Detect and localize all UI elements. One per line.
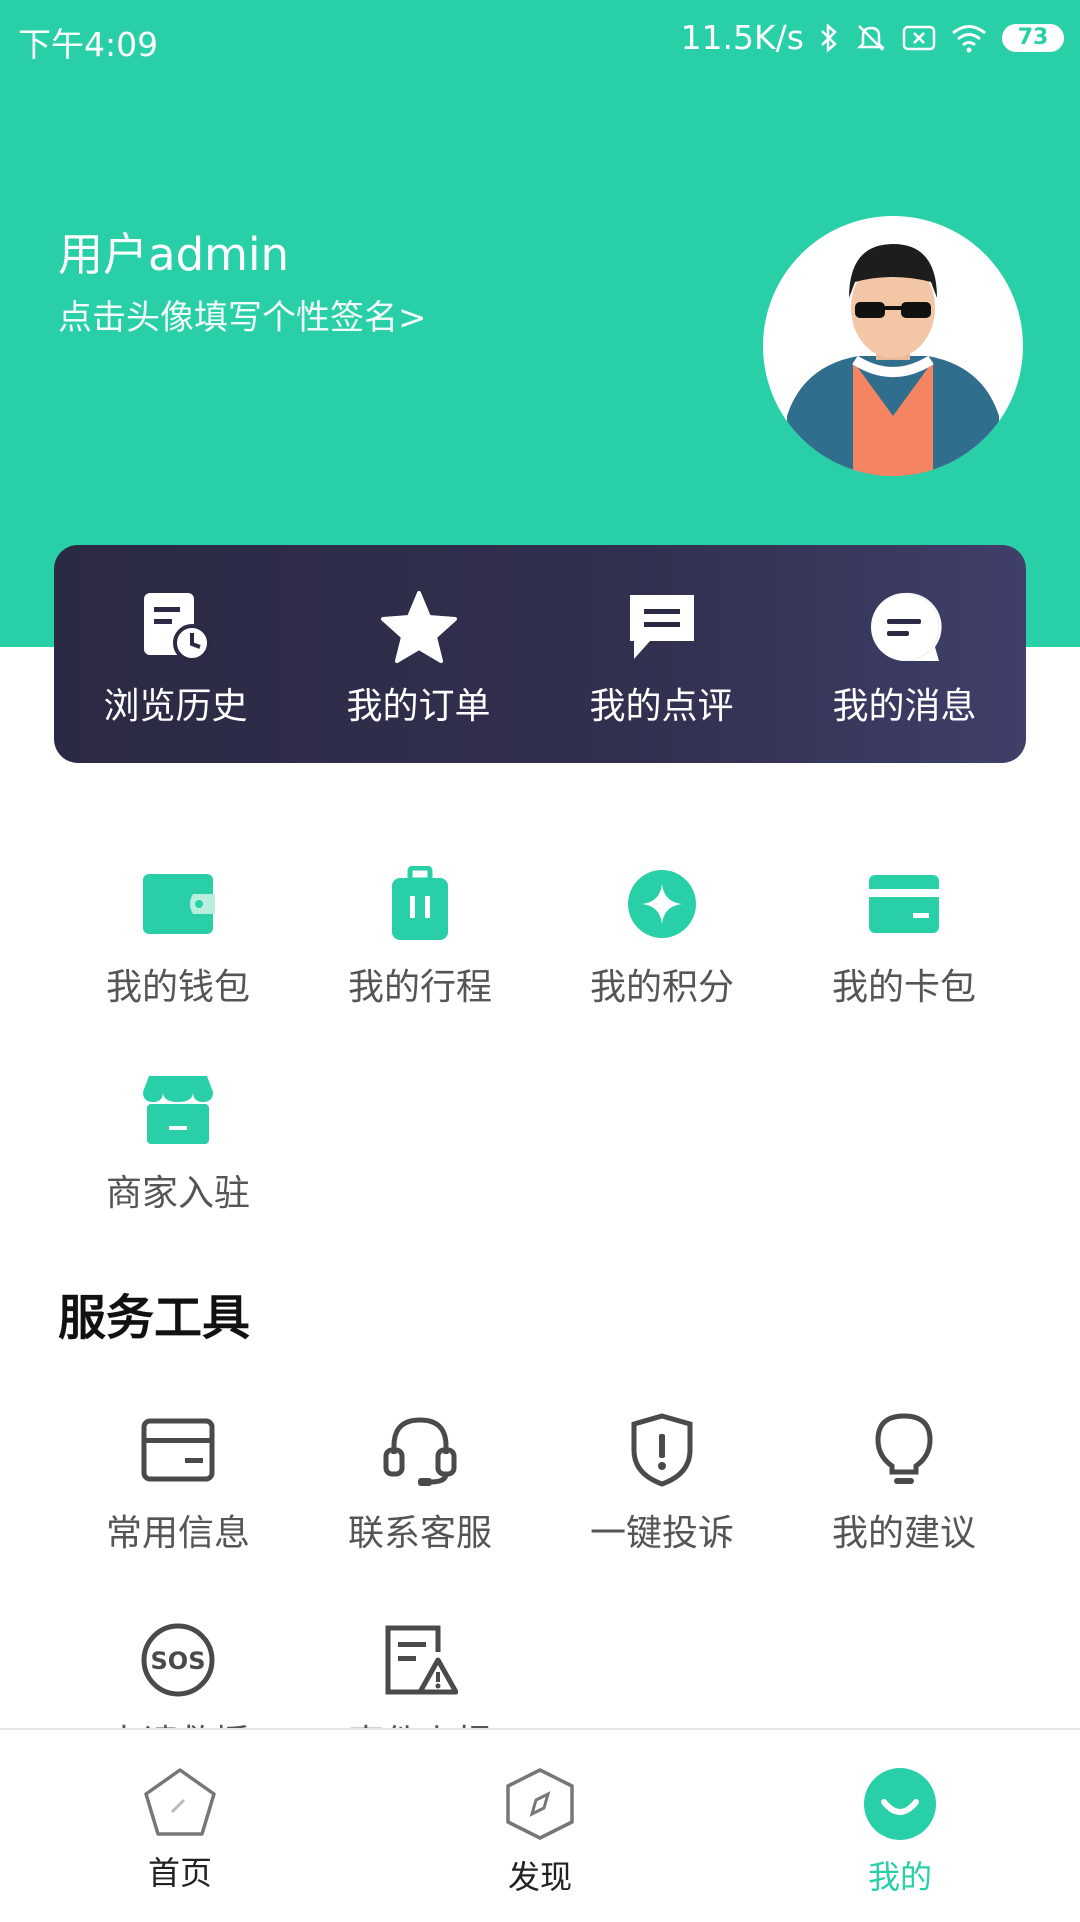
star-icon xyxy=(379,587,459,667)
service-suggestion[interactable]: 我的建议 xyxy=(784,1408,1024,1556)
message-icon xyxy=(865,587,945,667)
signature-hint[interactable]: 点击头像填写个性签名> xyxy=(58,290,427,339)
sos-glyph: SOS xyxy=(151,1647,206,1675)
tab-label: 首页 xyxy=(147,1854,212,1892)
no-sim-icon xyxy=(902,24,936,52)
feature-label: 商家入驻 xyxy=(105,1173,250,1214)
info-card-icon xyxy=(136,1408,220,1492)
quick-action-label: 我的消息 xyxy=(832,686,977,727)
tab-label: 发现 xyxy=(507,1858,572,1896)
feature-label: 我的钱包 xyxy=(105,967,250,1008)
quick-actions-card: 浏览历史 我的订单 我的点评 我的消息 xyxy=(54,545,1026,763)
feature-merchant[interactable]: 商家入驻 xyxy=(58,1068,298,1216)
bluetooth-icon xyxy=(818,22,840,54)
feature-label: 我的积分 xyxy=(589,967,734,1008)
bottom-tab-bar: 首页 发现 我的 xyxy=(0,1728,1080,1922)
avatar[interactable] xyxy=(763,216,1023,476)
quick-action-reviews[interactable]: 我的点评 xyxy=(540,545,783,763)
service-common-info[interactable]: 常用信息 xyxy=(58,1408,298,1556)
compass-icon xyxy=(504,1766,576,1846)
service-label: 我的建议 xyxy=(831,1513,976,1554)
tab-home[interactable]: 首页 xyxy=(80,1766,280,1894)
lightbulb-icon xyxy=(862,1408,946,1492)
feature-wallet[interactable]: 我的钱包 xyxy=(58,862,298,1010)
service-label: 联系客服 xyxy=(347,1513,492,1554)
network-speed: 11.5K/s xyxy=(680,18,804,57)
quick-action-history[interactable]: 浏览历史 xyxy=(54,545,297,763)
smile-icon xyxy=(862,1766,938,1846)
points-icon xyxy=(620,862,704,946)
home-pentagon-icon xyxy=(142,1766,218,1842)
feature-cards[interactable]: 我的卡包 xyxy=(784,862,1024,1010)
history-icon xyxy=(136,587,216,667)
tab-mine[interactable]: 我的 xyxy=(800,1766,1000,1898)
card-icon xyxy=(862,862,946,946)
service-label: 常用信息 xyxy=(105,1513,250,1554)
service-contact[interactable]: 联系客服 xyxy=(300,1408,540,1556)
quick-action-orders[interactable]: 我的订单 xyxy=(297,545,540,763)
wallet-icon xyxy=(136,862,220,946)
feature-itinerary[interactable]: 我的行程 xyxy=(300,862,540,1010)
feature-label: 我的行程 xyxy=(347,967,492,1008)
headset-icon xyxy=(378,1408,462,1492)
status-icons: 11.5K/s 73 xyxy=(681,18,1064,57)
service-complaint[interactable]: 一键投诉 xyxy=(542,1408,782,1556)
mute-bell-icon xyxy=(854,22,888,54)
store-icon xyxy=(136,1068,220,1152)
sos-icon: SOS xyxy=(136,1618,220,1702)
tab-label: 我的 xyxy=(867,1858,932,1896)
service-label: 一键投诉 xyxy=(589,1513,734,1554)
quick-action-label: 我的订单 xyxy=(346,686,491,727)
service-report[interactable]: 事件上报 xyxy=(300,1618,540,1730)
shield-alert-icon xyxy=(620,1408,704,1492)
status-time: 下午4:09 xyxy=(18,25,159,64)
quick-action-messages[interactable]: 我的消息 xyxy=(783,545,1026,763)
luggage-icon xyxy=(378,862,462,946)
feature-label: 我的卡包 xyxy=(831,967,976,1008)
quick-action-label: 浏览历史 xyxy=(103,686,248,727)
avatar-illustration xyxy=(787,244,999,476)
comment-icon xyxy=(622,587,702,667)
username: 用户admin xyxy=(58,228,289,281)
service-rescue[interactable]: SOS 申请救援 xyxy=(58,1618,298,1730)
battery-icon: 73 xyxy=(1002,23,1064,52)
quick-action-label: 我的点评 xyxy=(589,686,734,727)
tab-discover[interactable]: 发现 xyxy=(440,1766,640,1898)
report-icon xyxy=(378,1618,462,1702)
services-title: 服务工具 xyxy=(58,1290,251,1346)
services-row-2: SOS 申请救援 事件上报 xyxy=(0,1590,1080,1730)
wifi-icon xyxy=(950,23,988,53)
status-bar: 下午4:09 11.5K/s 73 xyxy=(0,0,1080,76)
feature-points[interactable]: 我的积分 xyxy=(542,862,782,1010)
